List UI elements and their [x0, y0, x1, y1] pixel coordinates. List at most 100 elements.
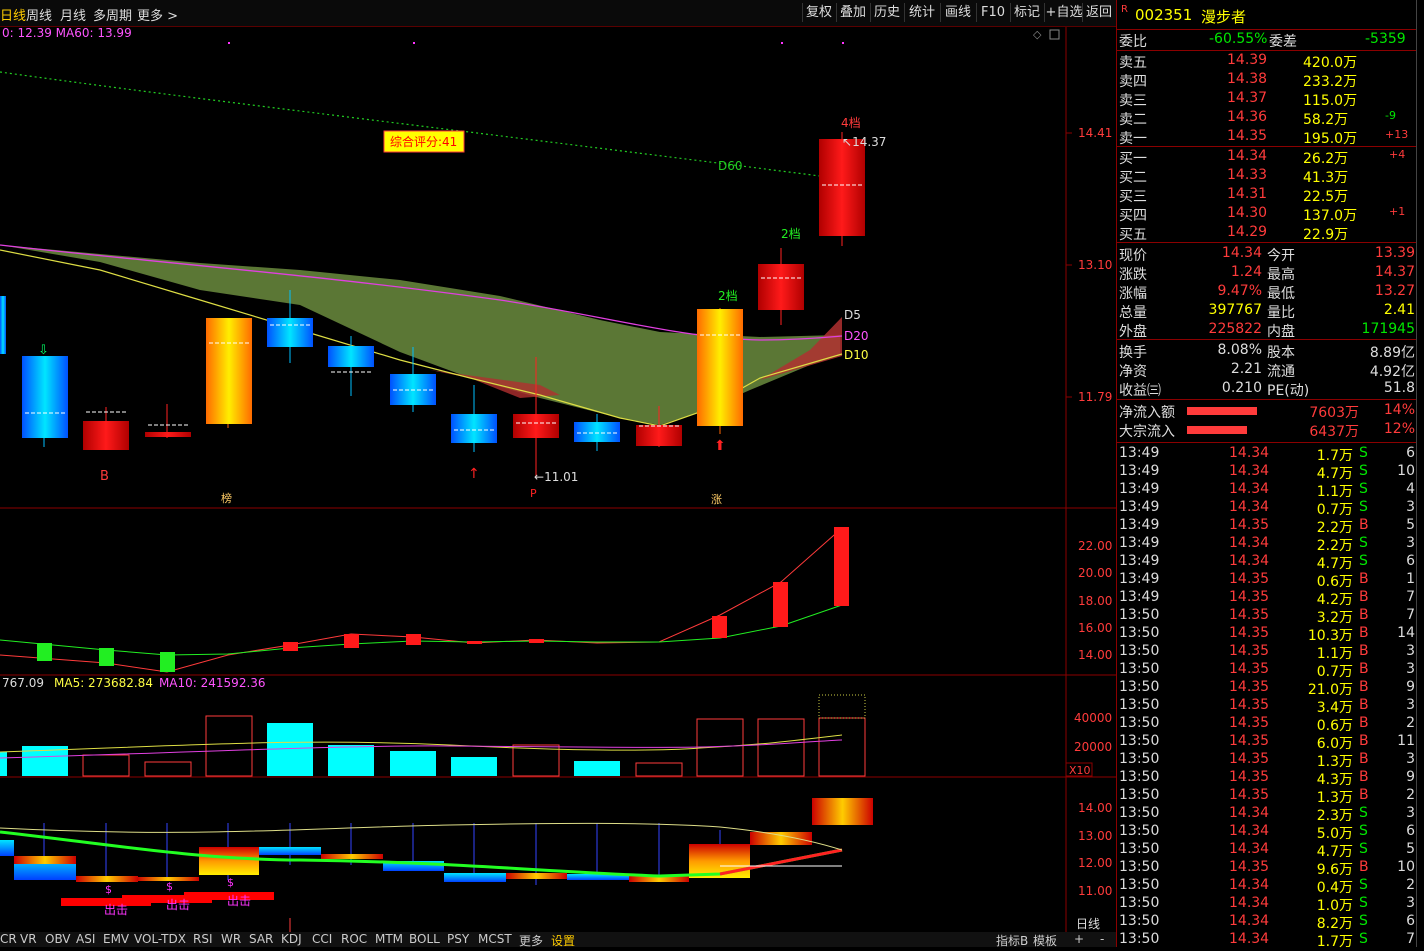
restore-icon[interactable]: [1049, 29, 1060, 40]
tab-boll[interactable]: BOLL: [409, 932, 440, 946]
template-button[interactable]: 模板: [1033, 932, 1057, 949]
zoom-out-button[interactable]: -: [1100, 932, 1104, 946]
tick-row[interactable]: 13:50 14.35 10.3万 B 14: [1117, 625, 1417, 644]
add-watchlist-button[interactable]: +自选: [1044, 3, 1083, 22]
tick-price: 14.34: [1229, 895, 1270, 911]
tab-sar[interactable]: SAR: [249, 932, 273, 946]
stat-value: 51.8: [1383, 380, 1415, 396]
tick-row[interactable]: 13:50 14.34 8.2万 S 6: [1117, 913, 1417, 932]
stats-button[interactable]: 统计: [904, 3, 939, 22]
tick-price: 14.35: [1229, 697, 1270, 713]
tick-row[interactable]: 13:50 14.35 0.7万 B 3: [1117, 661, 1417, 680]
tick-row[interactable]: 13:49 14.35 0.6万 B 1: [1117, 571, 1417, 590]
tick-row[interactable]: 13:50 14.35 3.2万 B 7: [1117, 607, 1417, 626]
tick-row[interactable]: 13:50 14.35 0.6万 B 2: [1117, 715, 1417, 734]
ask-row[interactable]: 卖五 14.39 420.0万: [1117, 52, 1417, 71]
tick-row[interactable]: 13:49 14.34 1.7万 S 6: [1117, 445, 1417, 464]
stat-value: 9.47%: [1217, 283, 1262, 299]
tick-side: S: [1359, 481, 1368, 497]
tab-asi[interactable]: ASI: [76, 932, 95, 946]
tick-side: B: [1359, 787, 1369, 803]
tick-price: 14.34: [1229, 481, 1270, 497]
tab-roc[interactable]: ROC: [341, 932, 367, 946]
stat-value: 397767: [1208, 302, 1262, 318]
ask-label: 卖三: [1119, 93, 1147, 109]
tick-row[interactable]: 13:50 14.34 4.7万 S 5: [1117, 841, 1417, 860]
tab-obv[interactable]: OBV: [45, 932, 71, 946]
indicator-b-button[interactable]: 指标B: [996, 932, 1028, 949]
svg-text:18.00: 18.00: [1078, 594, 1112, 608]
stat-label: 净资: [1119, 364, 1147, 380]
bid-row[interactable]: 买四 14.30 137.0万 +1: [1117, 205, 1417, 224]
tick-row[interactable]: 13:49 14.34 2.2万 S 3: [1117, 535, 1417, 554]
tick-row[interactable]: 13:50 14.35 1.3万 B 3: [1117, 751, 1417, 770]
ask-row[interactable]: 卖四 14.38 233.2万: [1117, 71, 1417, 90]
tab-multi-period[interactable]: 多周期: [93, 5, 132, 24]
tick-time: 13:50: [1119, 823, 1160, 839]
history-button[interactable]: 历史: [870, 3, 903, 22]
tick-row[interactable]: 13:50 14.34 1.7万 S 7: [1117, 931, 1417, 950]
d60-label: D60: [718, 159, 743, 173]
tab-vr[interactable]: VR: [20, 932, 37, 946]
tab-kdj[interactable]: KDJ: [281, 932, 302, 946]
tab-settings[interactable]: 设置: [551, 932, 575, 949]
tick-row[interactable]: 13:50 14.34 0.4万 S 2: [1117, 877, 1417, 896]
tab-more[interactable]: 更多 >: [137, 5, 178, 24]
tick-row[interactable]: 13:49 14.35 4.2万 B 7: [1117, 589, 1417, 608]
bid-row[interactable]: 买二 14.33 41.3万: [1117, 167, 1417, 186]
tick-row[interactable]: 13:50 14.35 21.0万 B 9: [1117, 679, 1417, 698]
zoom-in-button[interactable]: +: [1074, 932, 1084, 946]
ask-row[interactable]: 卖一 14.35 195.0万 +13: [1117, 128, 1417, 147]
f10-button[interactable]: F10: [976, 3, 1009, 22]
tick-row[interactable]: 13:49 14.35 2.2万 B 5: [1117, 517, 1417, 536]
tick-row[interactable]: 13:50 14.35 3.4万 B 3: [1117, 697, 1417, 716]
kline-chart[interactable]: 14.41 13.10 11.79 0: 12.39 MA60: 13.99 ◇…: [0, 27, 1116, 932]
vol-axis-20000: 20000: [1074, 740, 1112, 754]
fuquan-button[interactable]: 复权: [802, 3, 835, 22]
tab-psy[interactable]: PSY: [447, 932, 469, 946]
tab-emv[interactable]: EMV: [103, 932, 129, 946]
tab-mcst[interactable]: MCST: [478, 932, 512, 946]
tab-daily[interactable]: 日线: [0, 5, 26, 24]
diamond-icon[interactable]: ◇: [1033, 28, 1042, 41]
tick-count: 2: [1406, 877, 1415, 893]
bid-row[interactable]: 买三 14.31 22.5万: [1117, 186, 1417, 205]
tick-row[interactable]: 13:49 14.34 0.7万 S 3: [1117, 499, 1417, 518]
tick-row[interactable]: 13:50 14.34 5.0万 S 6: [1117, 823, 1417, 842]
back-button[interactable]: 返回: [1082, 3, 1115, 22]
tick-side: B: [1359, 697, 1369, 713]
ask-row[interactable]: 卖三 14.37 115.0万: [1117, 90, 1417, 109]
tick-time: 13:50: [1119, 751, 1160, 767]
mark-button[interactable]: 标记: [1010, 3, 1043, 22]
draw-line-button[interactable]: 画线: [940, 3, 975, 22]
tab-monthly[interactable]: 月线: [60, 5, 86, 24]
tab-wr[interactable]: WR: [221, 932, 241, 946]
bid-row[interactable]: 买五 14.29 22.9万: [1117, 224, 1417, 243]
tab-cci[interactable]: CCI: [312, 932, 332, 946]
tick-row[interactable]: 13:50 14.35 4.3万 B 9: [1117, 769, 1417, 788]
stat-label: PE(动): [1267, 383, 1310, 399]
tick-row[interactable]: 13:50 14.35 6.0万 B 11: [1117, 733, 1417, 752]
tab-more[interactable]: 更多: [519, 932, 543, 949]
tab-cr[interactable]: CR: [0, 932, 17, 946]
tick-row[interactable]: 13:50 14.34 2.3万 S 3: [1117, 805, 1417, 824]
overlay-button[interactable]: 叠加: [836, 3, 869, 22]
stat-value: 2.21: [1230, 361, 1262, 377]
tick-row[interactable]: 13:49 14.34 1.1万 S 4: [1117, 481, 1417, 500]
tick-row[interactable]: 13:49 14.34 4.7万 S 6: [1117, 553, 1417, 572]
tick-price: 14.34: [1229, 877, 1270, 893]
tick-row[interactable]: 13:50 14.35 1.1万 B 3: [1117, 643, 1417, 662]
tab-vol-tdx[interactable]: VOL-TDX: [134, 932, 186, 946]
tick-row[interactable]: 13:50 14.34 1.0万 S 3: [1117, 895, 1417, 914]
tab-rsi[interactable]: RSI: [193, 932, 213, 946]
ask-row[interactable]: 卖二 14.36 58.2万 -9: [1117, 109, 1417, 128]
tick-row[interactable]: 13:50 14.35 9.6万 B 10: [1117, 859, 1417, 878]
tick-row[interactable]: 13:50 14.35 1.3万 B 2: [1117, 787, 1417, 806]
tick-volume: 4.2万: [1316, 592, 1353, 608]
tab-weekly[interactable]: 周线: [26, 5, 52, 24]
ask-label: 卖二: [1119, 112, 1147, 128]
tab-mtm[interactable]: MTM: [375, 932, 403, 946]
bid-row[interactable]: 买一 14.34 26.2万 +4: [1117, 148, 1417, 167]
tick-row[interactable]: 13:49 14.34 4.7万 S 10: [1117, 463, 1417, 482]
bid-volume: 26.2万: [1303, 151, 1349, 167]
